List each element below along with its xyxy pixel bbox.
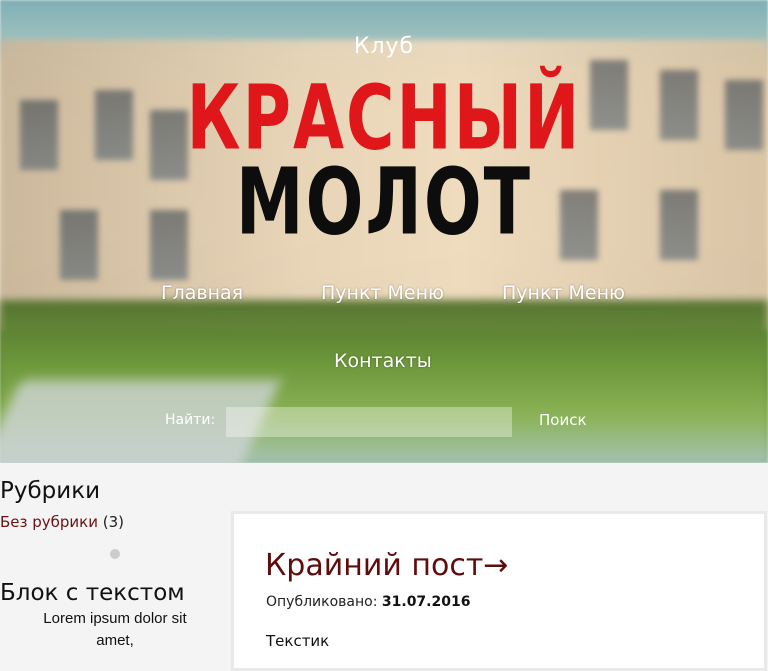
nav-item-home[interactable]: Главная bbox=[161, 282, 243, 304]
nav-item-menu-1[interactable]: Пункт Меню bbox=[321, 282, 444, 304]
text-widget-title: Блок с текстом bbox=[0, 580, 185, 606]
published-label: Опубликовано: bbox=[266, 594, 378, 610]
published-date: 31.07.2016 bbox=[381, 594, 471, 610]
search-input[interactable] bbox=[226, 407, 512, 437]
search-button[interactable]: Поиск bbox=[539, 411, 587, 429]
logo-title-black[interactable]: МОЛОТ bbox=[0, 150, 768, 257]
nav-item-contacts[interactable]: Контакты bbox=[334, 350, 432, 372]
post-excerpt: Текстик bbox=[266, 632, 330, 650]
nav-item-menu-2[interactable]: Пункт Меню bbox=[502, 282, 625, 304]
category-count: (3) bbox=[102, 513, 125, 531]
post-meta: Опубликовано: 31.07.2016 bbox=[266, 594, 470, 610]
categories-widget-title: Рубрики bbox=[0, 478, 101, 504]
separator-dot bbox=[110, 549, 120, 559]
category-link-uncategorized[interactable]: Без рубрики bbox=[0, 513, 98, 531]
post-title-link[interactable]: Крайний пост→ bbox=[265, 548, 508, 583]
text-widget-body: Lorem ipsum dolor sit amet, bbox=[43, 610, 187, 649]
search-label: Найти: bbox=[165, 412, 216, 428]
club-label: Клуб bbox=[353, 34, 415, 59]
category-item: Без рубрики (3) bbox=[0, 513, 230, 531]
